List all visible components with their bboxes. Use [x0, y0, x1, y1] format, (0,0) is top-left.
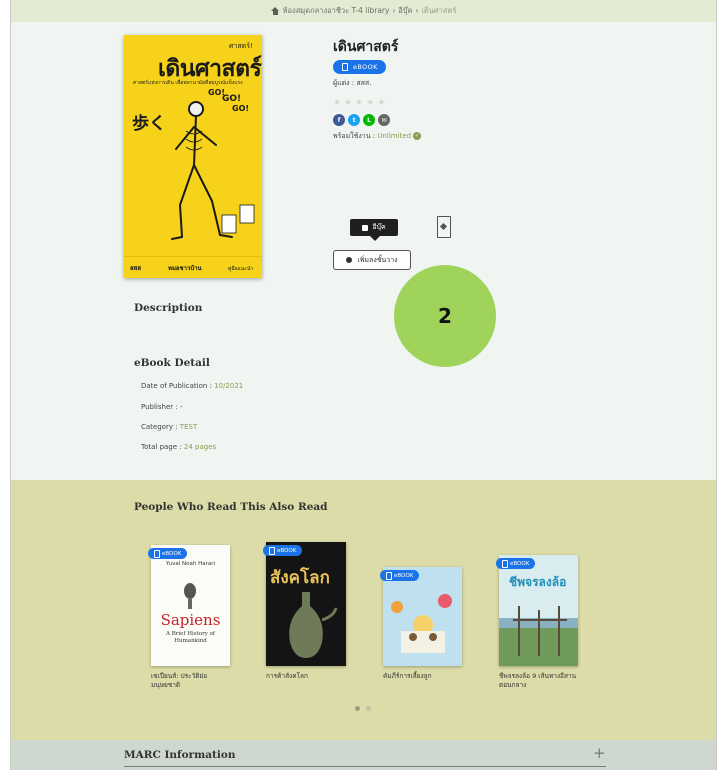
description-heading: Description: [134, 302, 203, 314]
ebook-detail-heading: eBook Detail: [134, 357, 210, 369]
cover-title-text: Sapiens: [160, 611, 221, 629]
ebook-badge-label: eBOOK: [277, 547, 297, 554]
detail-label: Total page :: [141, 443, 184, 451]
reco-book-title[interactable]: การค้าสังคโลก: [266, 672, 346, 681]
ebook-badge-label: eBOOK: [510, 560, 530, 567]
detail-label: Date of Publication :: [141, 382, 215, 390]
home-icon[interactable]: [270, 7, 280, 15]
star-icon[interactable]: ★: [377, 98, 385, 108]
cover-subtitle-text: A Brief History of Humankind: [166, 631, 215, 644]
twitter-icon[interactable]: t: [348, 114, 360, 126]
bookmark-icon[interactable]: [437, 216, 451, 238]
book-author: ผู้แต่ง : สสส.: [333, 79, 372, 87]
availability-label: พร้อมใช้งาน :: [333, 132, 378, 140]
carousel-pagination: [355, 706, 371, 711]
shelf-icon: [346, 257, 353, 263]
reco-book-cover[interactable]: สังคโลก: [266, 542, 346, 666]
detail-row-publisher: Publisher : -: [141, 403, 182, 411]
tooltip: อีบุ๊ค: [350, 219, 398, 241]
check-circle-icon: ✓: [413, 132, 422, 140]
availability-value: Unlimited: [377, 132, 412, 140]
book-cover: ศาสตร์! เดินศาสตร์ ศาสตร์แห่งการเดิน เพื…: [124, 35, 262, 278]
children-illustration: [391, 594, 452, 653]
recommendations-section: People Who Read This Also Read Yuval Noa…: [11, 480, 716, 740]
step-marker: 2: [394, 265, 496, 367]
email-icon[interactable]: ✉: [378, 114, 390, 126]
svg-text:GO!: GO!: [232, 104, 249, 113]
reco-book-cover[interactable]: Yuval Noah Harari Sapiens A Brief Histor…: [151, 545, 230, 666]
ebook-badge-label: eBOOK: [162, 550, 182, 557]
reco-book-title[interactable]: เซเปียนส์: ประวัติย่อมนุษยชาติ: [151, 672, 231, 690]
add-to-shelf-button[interactable]: เพิ่มลงชั้นวาง: [333, 250, 411, 270]
breadcrumb: ห้องสมุดกลางอาชีวะ T-4 library › อีบุ๊ค …: [11, 0, 716, 22]
detail-label: Publisher :: [141, 403, 180, 411]
recommendations-heading: People Who Read This Also Read: [134, 501, 328, 513]
expand-plus-icon[interactable]: +: [593, 744, 606, 762]
star-icon[interactable]: ★: [333, 98, 341, 108]
book-icon: [342, 63, 348, 71]
detail-row-category: Category : TEST: [141, 423, 197, 431]
book-detail-section: ศาสตร์! เดินศาสตร์ ศาสตร์แห่งการเดิน เพื…: [11, 22, 716, 480]
carousel-dot[interactable]: [355, 706, 360, 711]
detail-value: 24 pages: [183, 443, 217, 451]
riverside-illustration: [499, 606, 578, 666]
carousel-dot[interactable]: [366, 706, 371, 711]
divider: [124, 766, 606, 767]
availability: พร้อมใช้งาน : Unlimited ✓: [333, 131, 422, 142]
ebook-badge-label: eBOOK: [394, 572, 414, 579]
cover-footer: สสส หมอชาวบ้าน คู่มือแนะนำ: [124, 256, 262, 278]
add-to-shelf-label: เพิ่มลงชั้นวาง: [357, 255, 398, 264]
reco-book-cover[interactable]: [383, 567, 462, 666]
star-icon[interactable]: ★: [344, 98, 352, 108]
microphone-illustration: [184, 583, 196, 609]
page-frame: ห้องสมุดกลางอาชีวะ T-4 library › อีบุ๊ค …: [10, 0, 717, 770]
rating-stars[interactable]: ★ ★ ★ ★ ★: [333, 98, 385, 108]
svg-text:GO!: GO!: [208, 88, 225, 97]
tooltip-label: อีบุ๊ค: [372, 223, 386, 231]
facebook-icon[interactable]: f: [333, 114, 345, 126]
reco-book-title[interactable]: คัมภีร์การเลี้ยงลูก: [383, 672, 463, 681]
star-icon[interactable]: ★: [355, 98, 363, 108]
detail-value: TEST: [179, 423, 198, 431]
cover-subtitle: ศาสตร์แห่งการเดิน เพื่อพลานามัยที่สมบูรณ…: [133, 80, 243, 86]
cover-logo-text: สสส: [130, 265, 141, 272]
breadcrumb-current: เดินศาสตร์: [421, 6, 457, 15]
breadcrumb-home[interactable]: ห้องสมุดกลางอาชีวะ T-4 library: [283, 5, 390, 17]
cover-author-text: Yuval Noah Harari: [165, 561, 216, 567]
walking-skeleton-illustration: 歩く GO! GO! GO!: [132, 88, 255, 240]
cover-publisher-text: หมอชาวบ้าน: [168, 265, 202, 272]
marc-section[interactable]: MARC Information +: [11, 740, 716, 770]
vase-illustration: [289, 592, 338, 658]
ebook-badge-label: eBOOK: [353, 63, 378, 71]
detail-row-pages: Total page : 24 pages: [141, 443, 216, 451]
ebook-badge: eBOOK: [380, 570, 420, 581]
reco-book-title[interactable]: ชีพจรลงล้อ 9 เส้นทางอีสานตอนกลาง: [499, 672, 579, 690]
detail-label: Category :: [141, 423, 180, 431]
cover-guide-text: คู่มือแนะนำ: [228, 266, 254, 272]
line-icon[interactable]: L: [363, 114, 375, 126]
marc-heading[interactable]: MARC Information: [124, 749, 236, 761]
svg-text:歩く: 歩く: [132, 113, 166, 134]
reco-book-cover[interactable]: ชีพจรลงล้อ: [499, 555, 578, 666]
detail-value: -: [179, 403, 183, 411]
star-icon[interactable]: ★: [366, 98, 374, 108]
share-buttons: f t L ✉: [333, 114, 390, 126]
ebook-badge: eBOOK: [148, 548, 188, 559]
square-icon: [362, 224, 369, 231]
book-title: เดินศาสตร์: [333, 39, 399, 55]
cover-title-text: ชีพจรลงล้อ: [509, 575, 567, 589]
ebook-badge: eBOOK: [496, 558, 536, 569]
chevron-right-icon: ›: [415, 7, 419, 15]
detail-value: 10/2021: [214, 382, 244, 390]
breadcrumb-category[interactable]: อีบุ๊ค: [398, 5, 412, 17]
detail-row-date: Date of Publication : 10/2021: [141, 382, 243, 390]
ebook-badge: eBOOK: [263, 545, 303, 556]
chevron-right-icon: ›: [392, 7, 396, 15]
ebook-badge: eBOOK: [333, 60, 386, 74]
